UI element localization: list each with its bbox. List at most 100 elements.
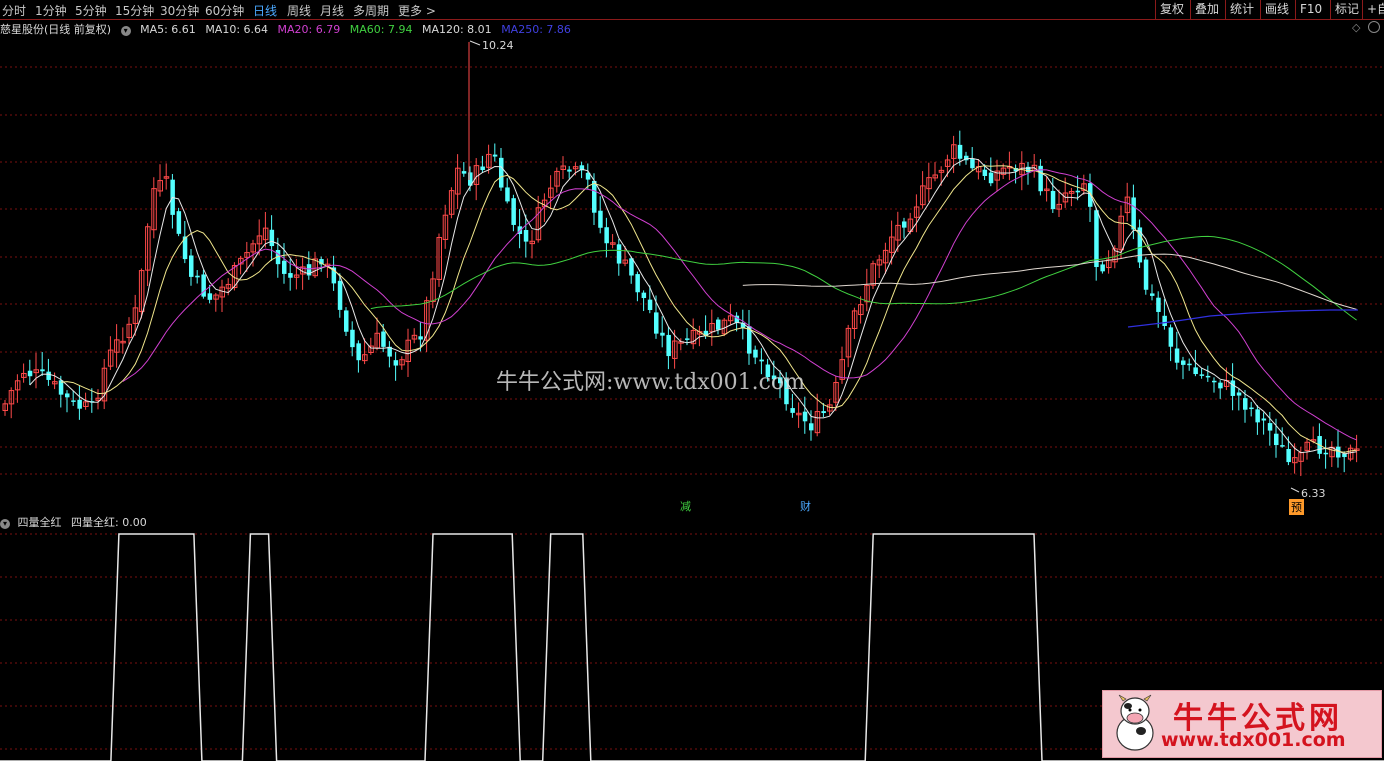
low-price-label: 6.33 xyxy=(1301,487,1326,500)
candle-body xyxy=(1094,210,1099,268)
tab-multi-period[interactable]: 多周期 xyxy=(353,2,389,19)
candle-body xyxy=(1230,380,1236,396)
tab-weekly[interactable]: 周线 xyxy=(287,2,311,19)
candle-body xyxy=(982,169,988,176)
price-chart[interactable]: 10.24 6.33 xyxy=(0,20,1384,510)
candle-body xyxy=(176,211,182,234)
candle-body xyxy=(1143,259,1149,290)
draw-line-button[interactable]: 画线 xyxy=(1260,0,1293,19)
candle-body xyxy=(492,154,498,157)
candle-body xyxy=(381,331,386,347)
candle-body xyxy=(1243,398,1248,410)
candle-body xyxy=(1075,190,1081,193)
candle-body xyxy=(1280,445,1285,447)
high-price-callout: 10.24 xyxy=(469,39,514,52)
candle-body xyxy=(344,310,349,332)
candle-body xyxy=(902,221,907,228)
candle-body xyxy=(641,292,647,299)
candle-body xyxy=(753,349,758,358)
f10-button[interactable]: F10 xyxy=(1295,0,1326,19)
candle-body xyxy=(1249,407,1254,410)
mark-button[interactable]: 标记 xyxy=(1330,0,1363,19)
candle-body xyxy=(809,423,814,431)
candle-body xyxy=(337,280,343,310)
candle-body xyxy=(957,144,963,159)
candle-body xyxy=(970,158,975,169)
candle-body xyxy=(1199,374,1205,376)
candle-body xyxy=(1218,382,1223,389)
tab-5min[interactable]: 5分钟 xyxy=(75,2,107,19)
candle-body xyxy=(418,336,423,340)
candle-body xyxy=(654,312,659,334)
candle-body xyxy=(1193,367,1198,375)
candle-body xyxy=(1261,418,1267,421)
candle-body xyxy=(195,275,200,278)
candle-body xyxy=(65,393,70,398)
candle-body xyxy=(790,408,795,413)
candle-body xyxy=(598,210,603,228)
ma60-line xyxy=(370,235,1357,321)
cow-icon xyxy=(1116,694,1154,751)
candle-body xyxy=(288,273,293,278)
candle-body xyxy=(1286,448,1291,463)
candle-body xyxy=(1323,452,1329,455)
candle-body xyxy=(1187,363,1192,366)
tab-more[interactable]: 更多 > xyxy=(398,2,436,19)
candle-body xyxy=(269,229,275,247)
candle-body xyxy=(1174,348,1180,363)
tab-monthly[interactable]: 月线 xyxy=(320,2,344,19)
candle-body xyxy=(207,293,213,300)
candle-body xyxy=(480,166,485,171)
candle-body xyxy=(1050,190,1056,210)
candle-body xyxy=(635,274,640,293)
tab-daily[interactable]: 日线 xyxy=(253,2,277,19)
overlay-button[interactable]: 叠加 xyxy=(1190,0,1223,19)
candle-body xyxy=(77,399,82,409)
custom-button[interactable]: +自 xyxy=(1362,0,1384,19)
candle-body xyxy=(393,360,399,366)
candle-body xyxy=(759,359,764,362)
candle-body xyxy=(821,411,826,414)
candle-body xyxy=(988,172,994,184)
candle-body xyxy=(1168,327,1174,347)
candle-body xyxy=(1150,293,1155,296)
candle-body xyxy=(356,343,361,361)
candle-body xyxy=(523,230,529,242)
fuquan-button[interactable]: 复权 xyxy=(1155,0,1188,19)
candle-body xyxy=(1205,375,1211,378)
candle-body xyxy=(1131,197,1136,230)
candle-body xyxy=(647,299,653,311)
statistics-button[interactable]: 统计 xyxy=(1225,0,1258,19)
candle-body xyxy=(40,369,45,372)
candle-body xyxy=(1212,380,1217,383)
ma120-line xyxy=(742,253,1357,310)
candle-body xyxy=(350,329,355,348)
candle-body xyxy=(189,255,194,277)
watermark-text: 牛牛公式网:www.tdx001.com xyxy=(496,370,806,395)
candle-body xyxy=(567,169,572,172)
candle-body xyxy=(505,187,510,202)
candle-body xyxy=(1255,409,1260,423)
candle-body xyxy=(1236,392,1242,396)
candle-body xyxy=(499,157,504,188)
site-logo: 牛牛公式网 www.tdx001.com xyxy=(1102,690,1382,758)
tab-1min[interactable]: 1分钟 xyxy=(35,2,67,19)
candle-body xyxy=(604,227,609,244)
candle-body xyxy=(802,411,808,422)
candle-body xyxy=(282,260,287,274)
logo-url: www.tdx001.com xyxy=(1161,729,1346,751)
candle-body xyxy=(1267,423,1273,431)
candle-body xyxy=(1156,297,1161,312)
tab-15min[interactable]: 15分钟 xyxy=(115,2,154,19)
candle-body xyxy=(592,180,597,213)
tab-fenshi[interactable]: 分时 xyxy=(2,2,26,19)
high-price-label: 10.24 xyxy=(482,39,514,52)
candle-body xyxy=(1274,433,1279,446)
candle-body xyxy=(660,332,665,336)
candle-body xyxy=(629,258,634,276)
tab-60min[interactable]: 60分钟 xyxy=(205,2,244,19)
tab-30min[interactable]: 30分钟 xyxy=(160,2,199,19)
candle-body xyxy=(461,171,467,174)
top-toolbar: 分时 1分钟 5分钟 15分钟 30分钟 60分钟 日线 周线 月线 多周期 更… xyxy=(0,0,1384,20)
candle-body xyxy=(666,334,671,357)
